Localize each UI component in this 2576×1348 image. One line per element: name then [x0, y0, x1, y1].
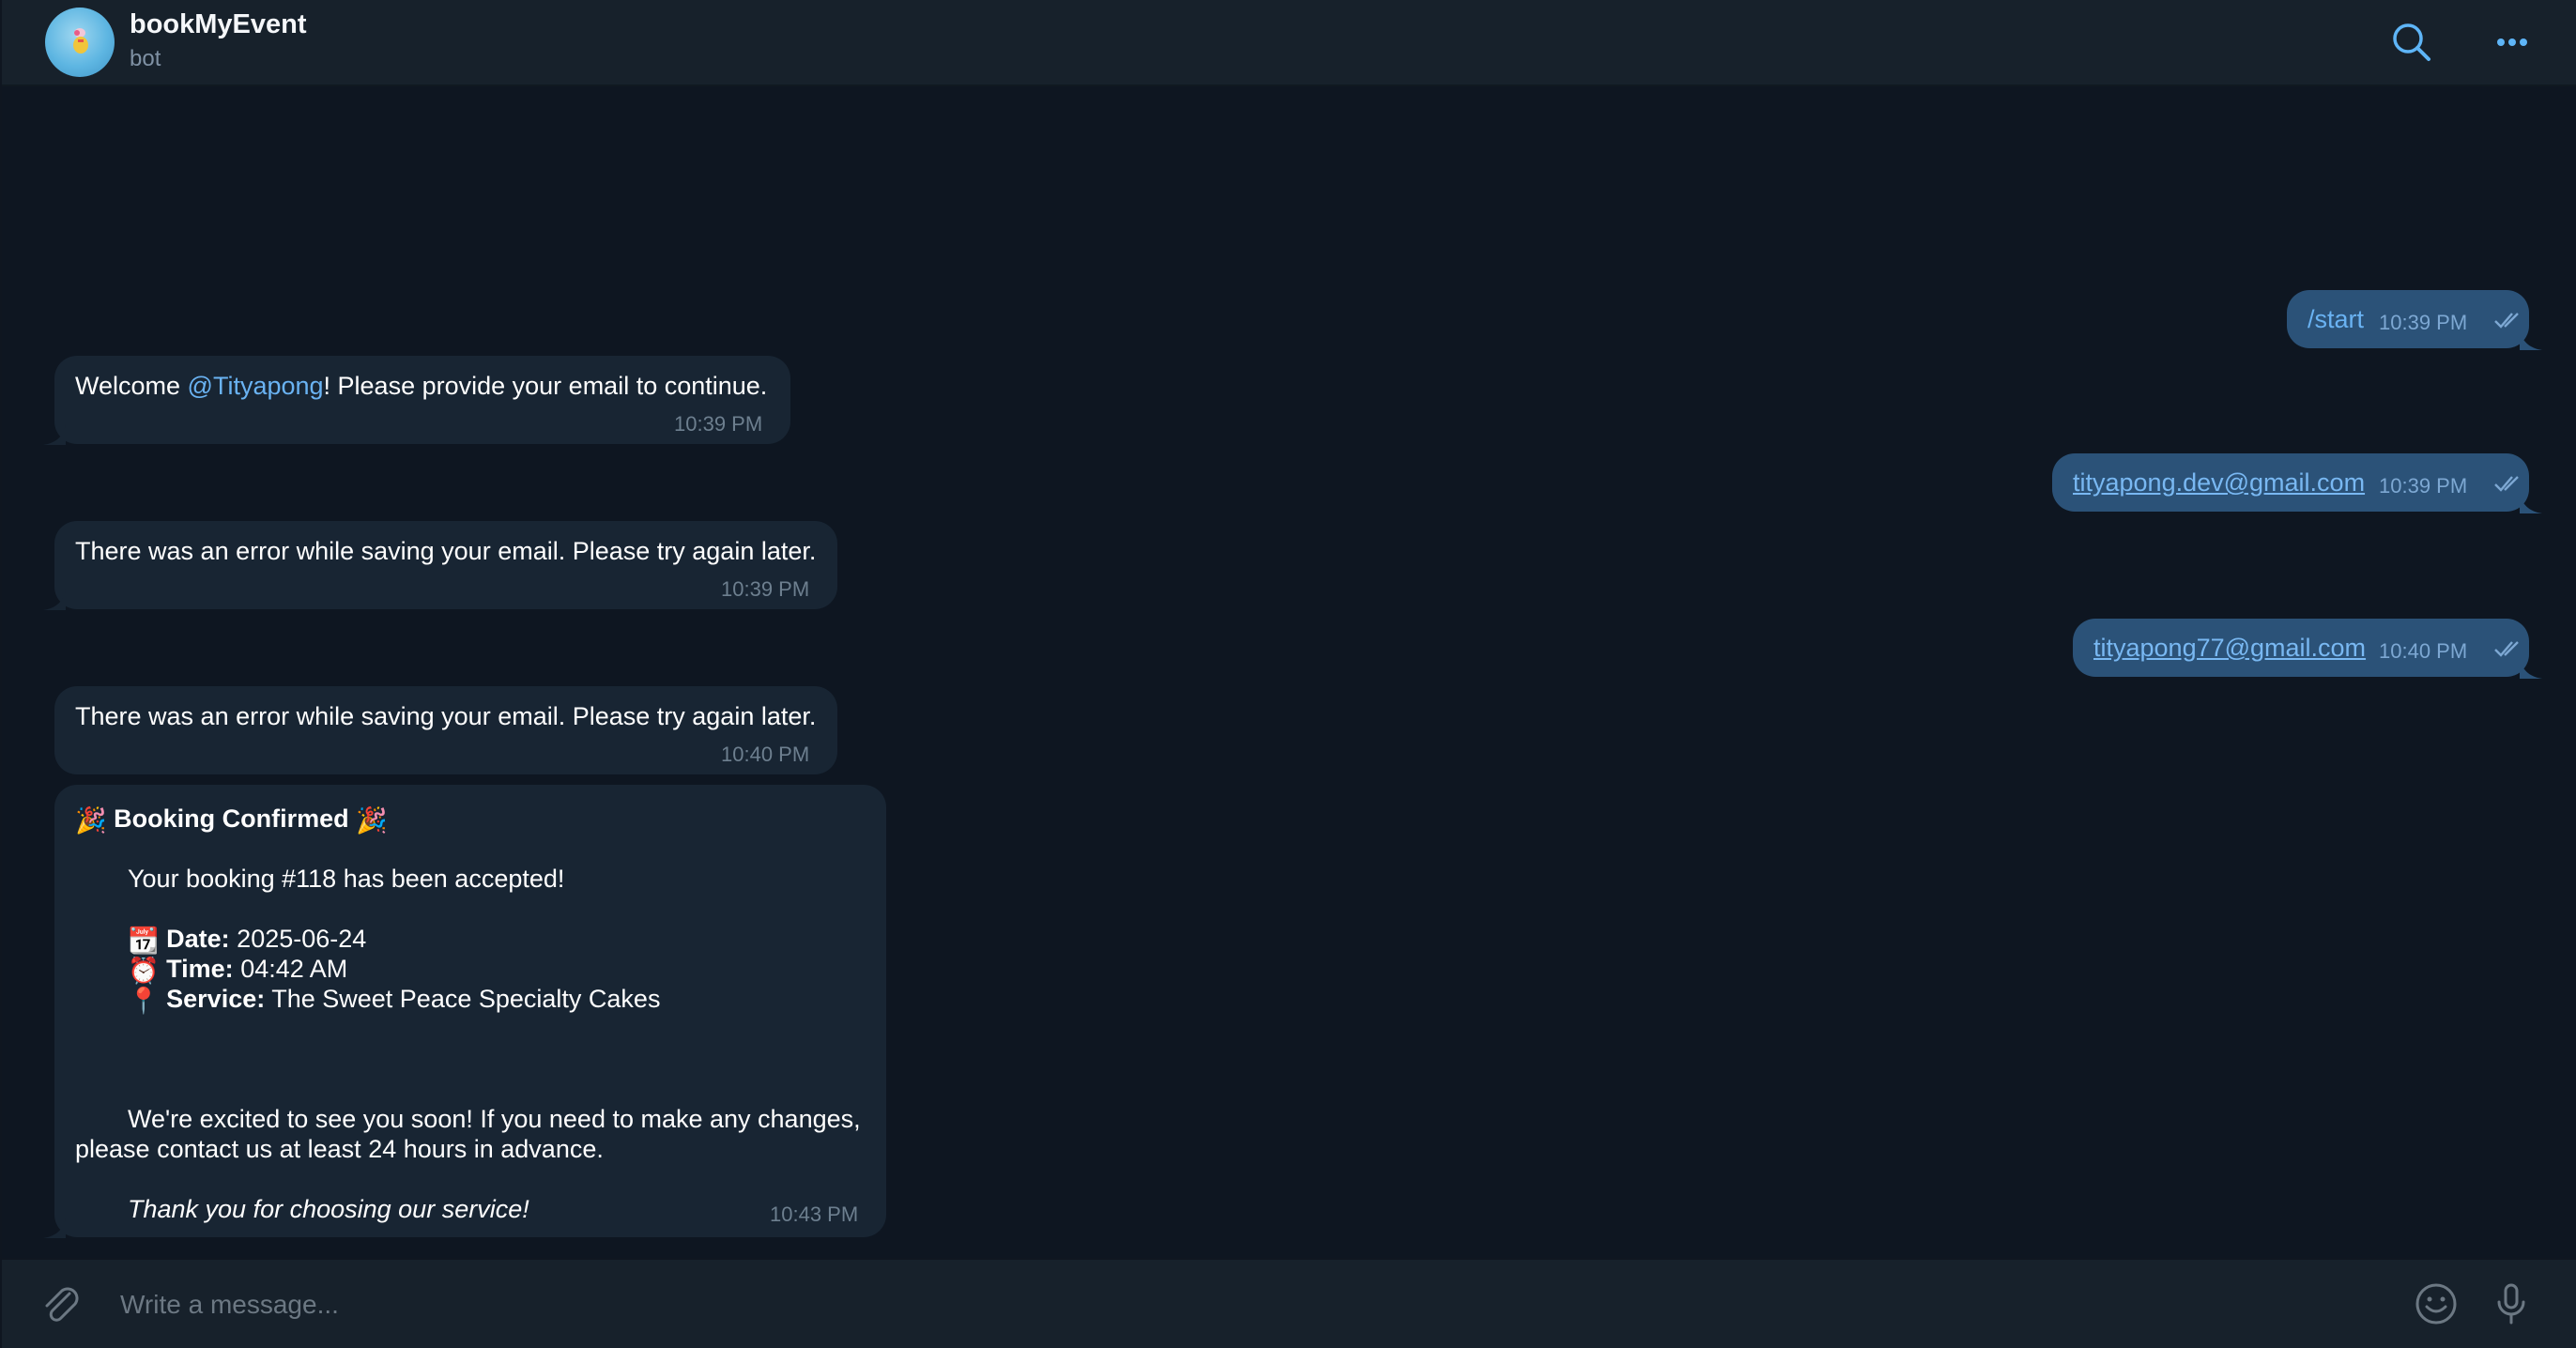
- booking-excited-text-2: please contact us at least 24 hours in a…: [75, 1135, 604, 1163]
- message-text: There was an error while saving your ema…: [75, 702, 817, 730]
- calendar-icon: 📆: [128, 926, 160, 955]
- time-label: Time:: [166, 955, 234, 983]
- message-time: 10:39 PM: [2379, 474, 2468, 498]
- incoming-message[interactable]: There was an error while saving your ema…: [54, 686, 837, 774]
- message-list[interactable]: /start 10:39 PM Welcome @Tityapong! Plea…: [2, 86, 2576, 1258]
- telegram-window: bookMyEvent bot /start 10:39 PM Welcome …: [0, 0, 2576, 1348]
- message-text-after: ! Please provide your email to continue.: [323, 372, 768, 400]
- microphone-icon[interactable]: [2488, 1280, 2535, 1327]
- message-time: 10:39 PM: [2379, 311, 2468, 334]
- booking-excited-text-1: We're excited to see you soon! If you ne…: [128, 1105, 861, 1133]
- bot-avatar-icon: [73, 28, 88, 54]
- command-link[interactable]: /start: [2308, 304, 2364, 334]
- bubble-tail: [43, 590, 66, 610]
- booking-date-row: 📆 Date: 2025-06-24: [128, 924, 366, 956]
- time-value: 04:42 AM: [240, 955, 348, 983]
- mention-link[interactable]: @Tityapong: [188, 372, 324, 400]
- booking-service-row: 📍 Service: The Sweet Peace Specialty Cak…: [128, 984, 660, 1016]
- smiley-icon[interactable]: [2413, 1280, 2460, 1327]
- search-icon[interactable]: [2388, 19, 2435, 66]
- bubble-tail: [43, 424, 66, 445]
- message-text: Welcome @Tityapong! Please provide your …: [75, 371, 767, 401]
- party-popper-icon: 🎉: [356, 805, 388, 835]
- avatar[interactable]: [45, 8, 115, 77]
- outgoing-message[interactable]: /start 10:39 PM: [2287, 290, 2529, 348]
- read-checkmarks-icon: [2494, 313, 2519, 329]
- party-popper-icon: 🎉: [75, 805, 107, 835]
- read-checkmarks-icon: [2494, 476, 2519, 492]
- message-composer: [2, 1258, 2576, 1348]
- more-icon[interactable]: [2489, 19, 2536, 66]
- chat-header: bookMyEvent bot: [2, 0, 2576, 86]
- chat-subtitle: bot: [130, 46, 161, 71]
- alarm-clock-icon: ⏰: [128, 956, 160, 985]
- message-text-before: Welcome: [75, 372, 188, 400]
- booking-confirmation-message[interactable]: 🎉 Booking Confirmed 🎉 Your booking #118 …: [54, 785, 886, 1237]
- outgoing-message[interactable]: tityapong77@gmail.com 10:40 PM: [2073, 619, 2529, 677]
- incoming-message[interactable]: There was an error while saving your ema…: [54, 521, 837, 609]
- booking-time-row: ⏰ Time: 04:42 AM: [128, 954, 347, 986]
- message-time: 10:40 PM: [2379, 639, 2468, 663]
- incoming-message[interactable]: Welcome @Tityapong! Please provide your …: [54, 356, 790, 444]
- message-text: There was an error while saving your ema…: [75, 537, 817, 565]
- date-value: 2025-06-24: [237, 925, 367, 953]
- message-time: 10:40 PM: [721, 743, 810, 766]
- service-value: The Sweet Peace Specialty Cakes: [271, 985, 661, 1013]
- email-link[interactable]: tityapong.dev@gmail.com: [2073, 467, 2365, 498]
- message-input[interactable]: [118, 1280, 2375, 1329]
- chat-title[interactable]: bookMyEvent: [130, 9, 307, 40]
- booking-accepted-text: Your booking #118 has been accepted!: [128, 865, 565, 893]
- booking-title: 🎉 Booking Confirmed 🎉: [75, 804, 388, 835]
- bubble-tail: [43, 1218, 66, 1238]
- booking-title-text: Booking Confirmed: [114, 804, 349, 833]
- outgoing-message[interactable]: tityapong.dev@gmail.com 10:39 PM: [2052, 453, 2529, 512]
- email-link[interactable]: tityapong77@gmail.com: [2093, 633, 2366, 663]
- bubble-tail: [2520, 329, 2542, 350]
- message-time: 10:43 PM: [770, 1202, 859, 1226]
- date-label: Date:: [166, 925, 230, 953]
- pin-icon: 📍: [128, 986, 160, 1015]
- message-time: 10:39 PM: [721, 577, 810, 601]
- booking-thanks-text: Thank you for choosing our service!: [128, 1195, 529, 1223]
- service-label: Service:: [166, 985, 266, 1013]
- paperclip-icon[interactable]: [38, 1280, 84, 1327]
- message-time: 10:39 PM: [674, 412, 763, 436]
- bubble-tail: [2520, 658, 2542, 679]
- read-checkmarks-icon: [2494, 641, 2519, 657]
- bubble-tail: [2520, 493, 2542, 513]
